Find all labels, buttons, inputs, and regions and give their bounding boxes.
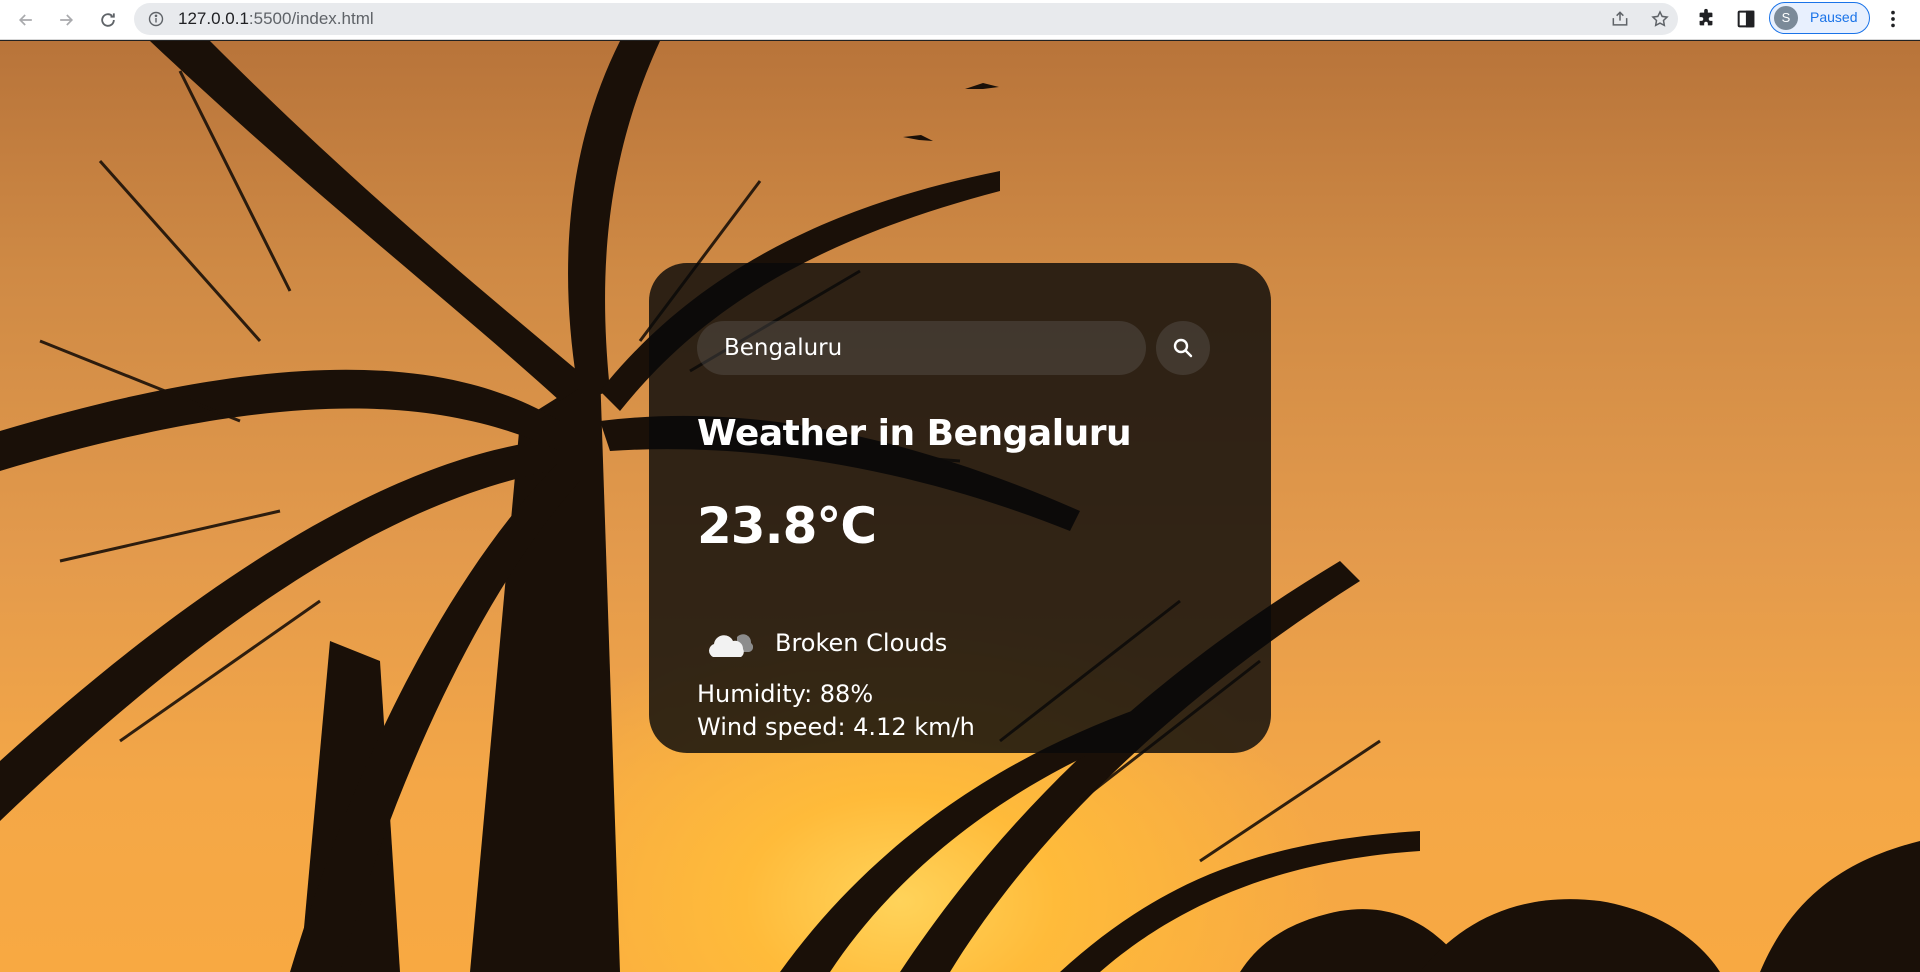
arrow-left-icon — [18, 14, 32, 26]
arrow-right-icon — [60, 14, 74, 26]
extensions-puzzle-icon[interactable] — [1695, 8, 1717, 30]
url-path: :5500/index.html — [248, 9, 374, 28]
humidity-text: Humidity: 88% — [697, 680, 874, 708]
forward-button[interactable] — [52, 6, 80, 34]
reload-button[interactable] — [94, 6, 122, 34]
city-search-input[interactable] — [697, 321, 1146, 375]
search-bar — [697, 321, 1227, 375]
profile-status: Paused — [1810, 9, 1858, 25]
search-icon — [1173, 338, 1193, 358]
search-button[interactable] — [1156, 321, 1210, 375]
address-bar[interactable]: 127.0.0.1:5500/index.html — [134, 3, 1678, 35]
kebab-menu-icon[interactable] — [1881, 8, 1905, 30]
share-icon[interactable] — [1610, 9, 1630, 29]
weather-card: Weather in Bengaluru 23.8°C Broken Cloud… — [649, 263, 1271, 753]
side-panel-icon[interactable] — [1735, 8, 1757, 30]
page-background: Weather in Bengaluru 23.8°C Broken Cloud… — [0, 41, 1920, 972]
url-text[interactable]: 127.0.0.1:5500/index.html — [178, 3, 374, 35]
info-icon[interactable] — [148, 11, 164, 27]
back-button[interactable] — [12, 6, 40, 34]
wind-speed-text: Wind speed: 4.12 km/h — [697, 713, 975, 741]
avatar: S — [1774, 6, 1798, 30]
bookmark-star-icon[interactable] — [1650, 9, 1670, 29]
url-host: 127.0.0.1 — [178, 9, 249, 28]
browser-toolbar: 127.0.0.1:5500/index.html S Paused — [0, 0, 1920, 40]
cloud-icon — [709, 634, 753, 657]
profile-button[interactable]: S Paused — [1769, 2, 1870, 34]
condition-text: Broken Clouds — [775, 629, 948, 657]
temperature: 23.8°C — [697, 497, 877, 555]
reload-icon — [101, 13, 115, 27]
city-title: Weather in Bengaluru — [697, 413, 1132, 454]
